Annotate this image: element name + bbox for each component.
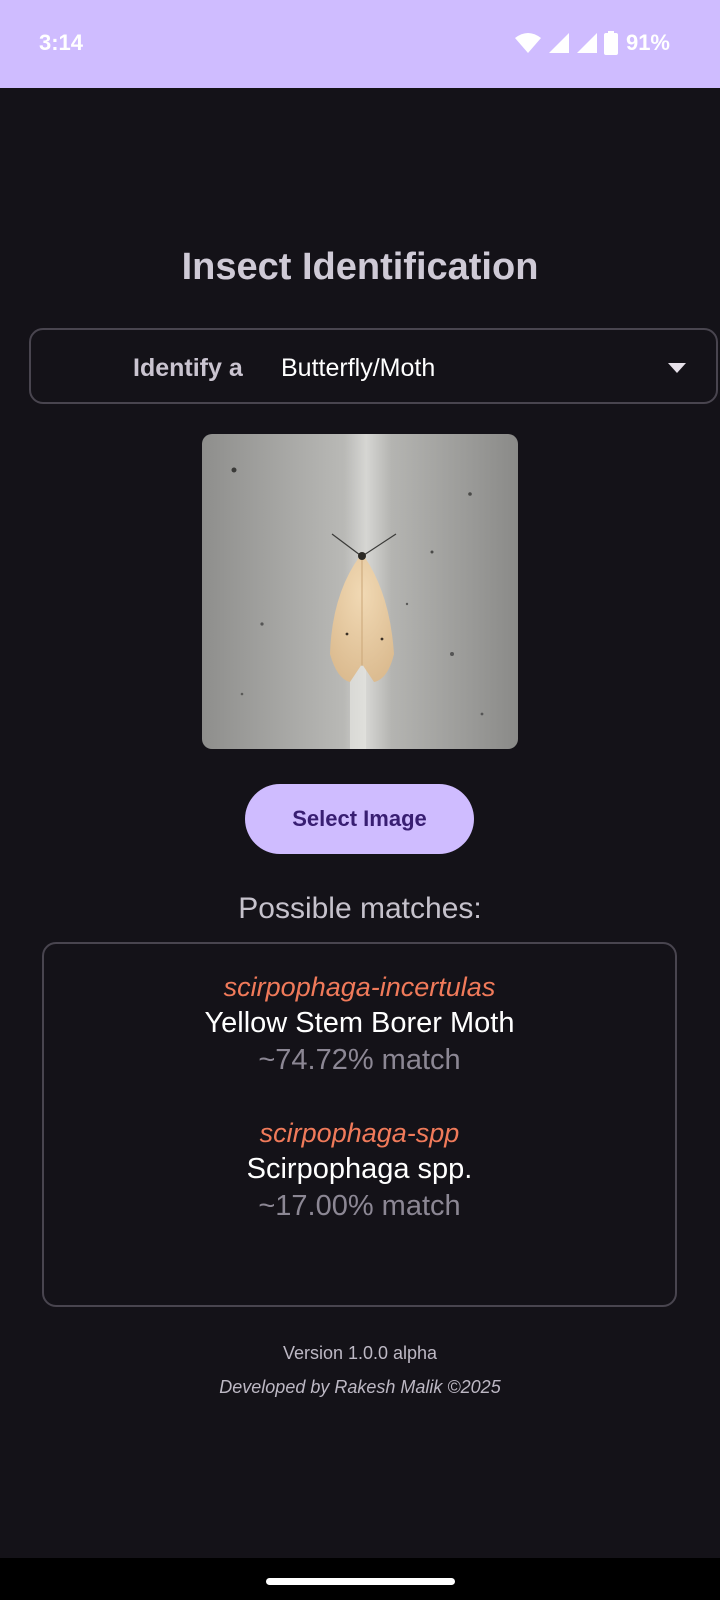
match-confidence: ~17.00% match: [258, 1190, 461, 1222]
insect-type-dropdown[interactable]: Identify a Butterfly/Moth: [29, 328, 718, 404]
match-scientific-name: scirpophaga-incertulas: [223, 972, 496, 1002]
match-scientific-name: scirpophaga-spp: [259, 1118, 460, 1148]
status-bar: 3:14 91%: [0, 0, 720, 88]
match-item: scirpophaga-incertulas Yellow Stem Borer…: [44, 970, 675, 1078]
status-time: 3:14: [39, 30, 84, 55]
battery-percent: 91%: [625, 30, 670, 55]
select-image-button[interactable]: Select Image: [245, 784, 474, 854]
navigation-bar: [0, 1558, 720, 1600]
signal-icon: [576, 33, 597, 53]
page-title: Insect Identification: [181, 246, 539, 288]
home-gesture-handle[interactable]: [266, 1578, 455, 1585]
match-common-name: Yellow Stem Borer Moth: [204, 1007, 515, 1039]
signal-icon: [548, 33, 569, 53]
dropdown-label: Identify a: [133, 354, 243, 382]
dropdown-arrow-icon[interactable]: [668, 363, 686, 373]
match-confidence: ~74.72% match: [258, 1044, 461, 1076]
matches-panel: scirpophaga-incertulas Yellow Stem Borer…: [42, 942, 677, 1307]
battery-icon: [603, 31, 618, 55]
dropdown-selected-value: Butterfly/Moth: [281, 354, 436, 382]
insect-photo: [202, 434, 518, 749]
matches-heading: Possible matches:: [238, 892, 482, 925]
wifi-icon: [514, 33, 541, 53]
match-common-name: Scirpophaga spp.: [246, 1153, 473, 1185]
version-text: Version 1.0.0 alpha: [282, 1343, 438, 1363]
status-icons: 91%: [514, 28, 670, 58]
developer-credit: Developed by Rakesh Malik ©2025: [219, 1377, 501, 1397]
match-item: scirpophaga-spp Scirpophaga spp. ~17.00%…: [44, 1116, 675, 1224]
